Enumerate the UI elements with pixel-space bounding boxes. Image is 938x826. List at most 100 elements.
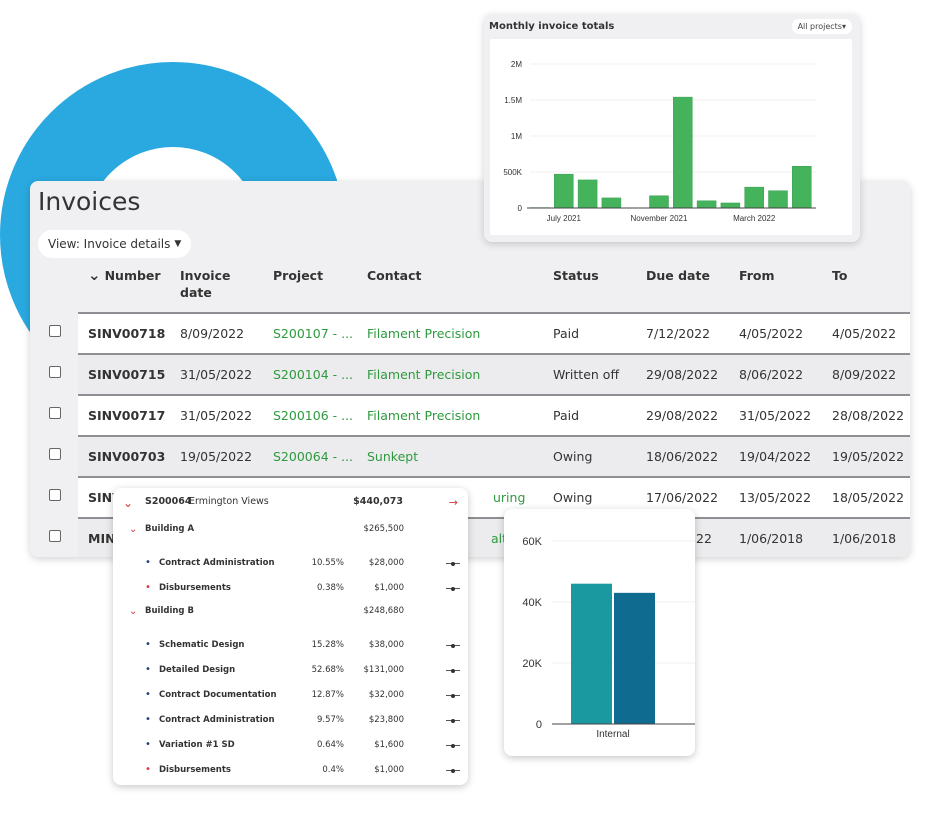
cell-due-date: 17/06/2022 — [646, 490, 719, 505]
breakdown-item-row[interactable]: • Disbursements 0.38% $1,000 — [113, 583, 468, 597]
item-amount: $32,000 — [368, 690, 404, 700]
item-name: Disbursements — [159, 765, 231, 775]
arrow-right-icon[interactable]: → — [449, 496, 458, 509]
bar-nov-2021[interactable] — [649, 195, 669, 209]
cell-project[interactable]: S200104 - ... — [273, 367, 353, 382]
project-filter-label: All projects — [797, 22, 842, 31]
row-checkbox[interactable] — [49, 489, 61, 501]
column-header-from[interactable]: From — [739, 267, 775, 284]
cell-project[interactable]: S200064 - ... — [273, 449, 353, 464]
cell-due-date: 29/08/2022 — [646, 408, 719, 423]
breakdown-item-row[interactable]: • Contract Documentation 12.87% $32,000 — [113, 690, 468, 704]
bar-jan-2022[interactable] — [696, 200, 717, 209]
internal-chart-card: 0 20K 40K 60K Internal — [504, 509, 695, 756]
y-tick-label: 1.5M — [504, 96, 522, 105]
table-row[interactable]: SINV00718 8/09/2022 S200107 - ... Filament … — [49, 312, 910, 353]
status-dot-icon: • — [145, 739, 151, 750]
slider-handle-icon[interactable] — [446, 561, 460, 566]
y-tick-label: 20K — [522, 658, 542, 670]
group-row[interactable]: ⌄ Building B $248,680 — [113, 606, 468, 620]
bar-may-2022[interactable] — [792, 165, 812, 209]
caret-down-icon: ▾ — [841, 22, 846, 31]
slider-handle-icon[interactable] — [446, 643, 460, 648]
breakdown-item-row[interactable]: • Disbursements 0.4% $1,000 — [113, 765, 468, 779]
project-filter-dropdown[interactable]: All projects▾ — [791, 19, 852, 34]
item-amount: $38,000 — [368, 640, 404, 650]
bar-aug-2021[interactable] — [577, 179, 598, 209]
group-row[interactable]: ⌄ Building A $265,500 — [113, 524, 468, 538]
status-dot-icon: • — [145, 557, 151, 568]
project-header-row[interactable]: ⌄ S200064 Ermington Views $440,073 → — [113, 496, 468, 510]
cell-contact[interactable]: Filament Precision — [367, 367, 480, 382]
bar-internal-series-2[interactable] — [614, 592, 655, 724]
table-row[interactable]: SINV00703 19/05/2022 S200064 - ... Sunkept O… — [49, 435, 910, 476]
item-percent: 0.4% — [322, 765, 344, 775]
bar-sep-2021[interactable] — [601, 197, 622, 209]
column-header-number[interactable]: ⌄ Number — [88, 267, 161, 284]
chart-title: Monthly invoice totals — [489, 21, 615, 32]
view-selector-button[interactable]: View: Invoice details ▼ — [38, 230, 192, 258]
slider-handle-icon[interactable] — [446, 693, 460, 698]
monthly-invoice-chart-card: Monthly invoice totals All projects▾ 0 50… — [484, 14, 860, 242]
cell-project[interactable]: S200107 - ... — [273, 326, 353, 341]
breakdown-item-row[interactable]: • Contract Administration 10.55% $28,000 — [113, 558, 468, 572]
status-dot-icon: • — [145, 639, 151, 650]
cell-status: Owing — [553, 449, 593, 464]
slider-handle-icon[interactable] — [446, 668, 460, 673]
status-dot-icon: • — [145, 714, 151, 725]
cell-to: 8/09/2022 — [832, 367, 897, 382]
x-tick-label: November 2021 — [631, 214, 688, 223]
breakdown-item-row[interactable]: • Contract Administration 9.57% $23,800 — [113, 715, 468, 729]
cell-contact[interactable]: Filament Precision — [367, 408, 480, 423]
column-header-project[interactable]: Project — [273, 267, 323, 284]
column-header-contact[interactable]: Contact — [367, 267, 421, 284]
chevron-down-icon[interactable]: ⌄ — [129, 606, 137, 617]
bar-internal-series-1[interactable] — [571, 583, 612, 724]
table-row[interactable]: SINV00717 31/05/2022 S200106 - ... Filament… — [49, 394, 910, 435]
item-amount: $1,600 — [374, 740, 404, 750]
column-header-invoice-date[interactable]: Invoice date — [180, 267, 230, 301]
row-checkbox[interactable] — [49, 448, 61, 460]
table-row[interactable]: SINV00715 31/05/2022 S200104 - ... Filament… — [49, 353, 910, 394]
row-checkbox[interactable] — [49, 530, 61, 542]
cell-contact[interactable]: uring — [493, 490, 525, 505]
y-tick-label: 1M — [511, 132, 522, 141]
status-dot-icon: • — [145, 664, 151, 675]
cell-number: SINV00703 — [88, 449, 166, 464]
cell-contact[interactable]: Sunkept — [367, 449, 418, 464]
bar-jul-2021[interactable] — [554, 173, 574, 209]
breakdown-item-row[interactable]: • Schematic Design 15.28% $38,000 — [113, 640, 468, 654]
slider-handle-icon[interactable] — [446, 743, 460, 748]
chevron-down-icon[interactable]: ⌄ — [123, 496, 133, 510]
row-checkbox[interactable] — [49, 366, 61, 378]
project-total: $440,073 — [353, 496, 403, 507]
bar-feb-2022[interactable] — [720, 202, 741, 209]
item-name: Disbursements — [159, 583, 231, 593]
slider-handle-icon[interactable] — [446, 718, 460, 723]
column-header-status[interactable]: Status — [553, 267, 599, 284]
x-tick-label: March 2022 — [733, 214, 776, 223]
status-dot-icon: • — [145, 764, 151, 775]
project-code: S200064 — [145, 496, 192, 507]
column-header-due-date[interactable]: Due date — [646, 267, 710, 284]
chevron-down-icon[interactable]: ⌄ — [129, 524, 137, 535]
cell-number: SINV00718 — [88, 326, 166, 341]
cell-project[interactable]: S200106 - ... — [273, 408, 353, 423]
slider-handle-icon[interactable] — [446, 586, 460, 591]
cell-to: 4/05/2022 — [832, 326, 897, 341]
row-checkbox[interactable] — [49, 407, 61, 419]
cell-contact[interactable]: Filament Precision — [367, 326, 480, 341]
column-header-label: Number — [104, 268, 161, 283]
slider-handle-icon[interactable] — [446, 768, 460, 773]
column-header-to[interactable]: To — [832, 267, 847, 284]
cell-invoice-date: 8/09/2022 — [180, 326, 245, 341]
bar-apr-2022[interactable] — [768, 190, 788, 209]
bar-dec-2021[interactable] — [673, 96, 693, 209]
breakdown-item-row[interactable]: • Variation #1 SD 0.64% $1,600 — [113, 740, 468, 754]
breakdown-item-row[interactable]: • Detailed Design 52.68% $131,000 — [113, 665, 468, 679]
bar-mar-2022[interactable] — [744, 186, 764, 209]
row-checkbox[interactable] — [49, 325, 61, 337]
y-tick-label: 40K — [522, 597, 542, 609]
y-tick-label: 60K — [522, 536, 542, 548]
cell-from: 4/05/2022 — [739, 326, 804, 341]
